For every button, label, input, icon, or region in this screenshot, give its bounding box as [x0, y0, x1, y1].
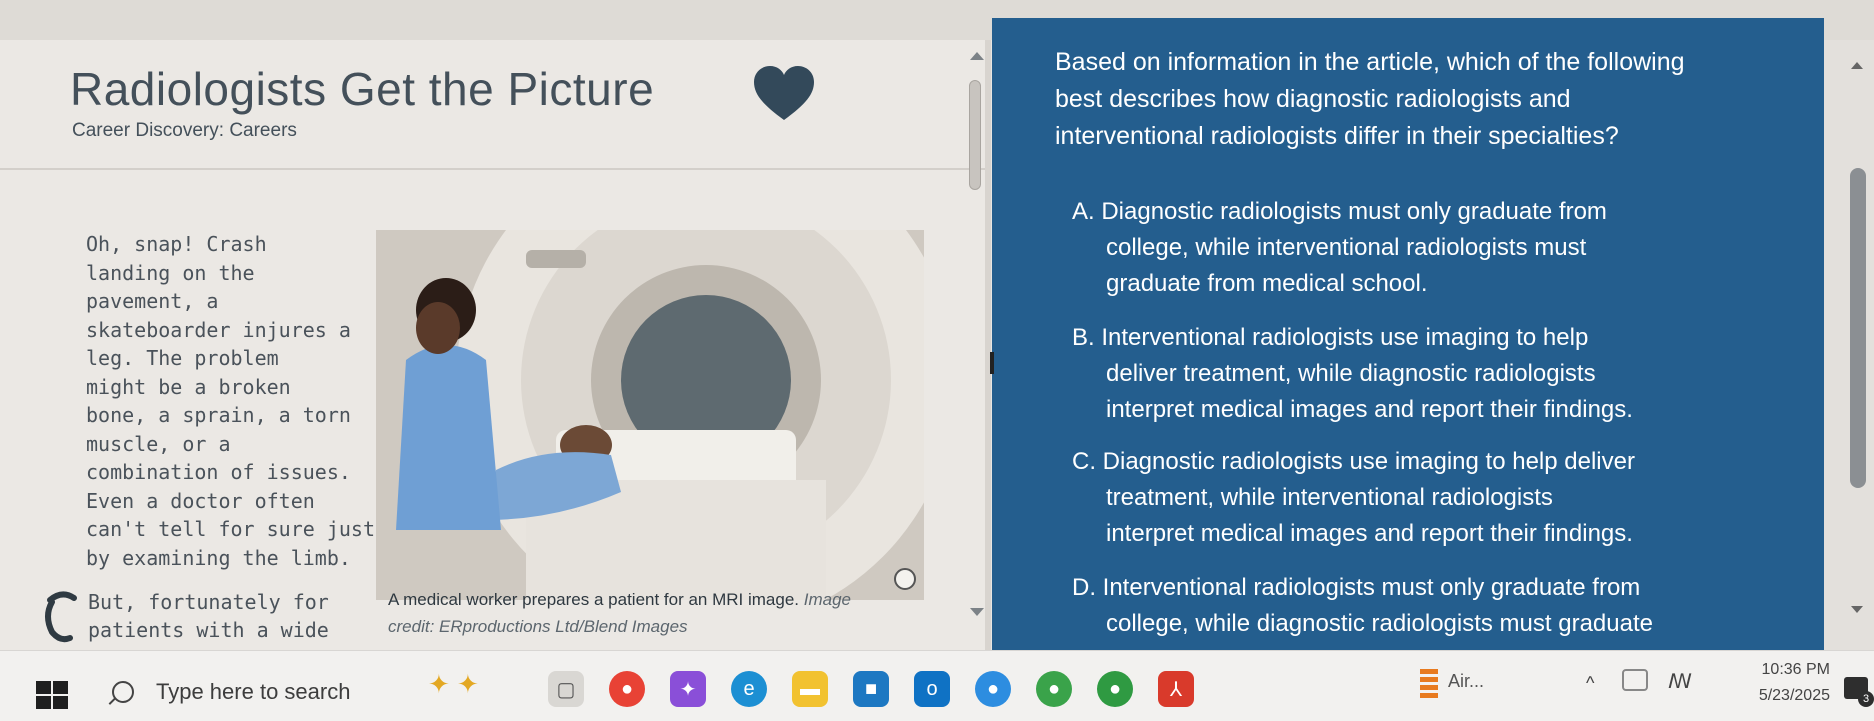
outlook-icon[interactable]: o	[914, 671, 950, 707]
answer-option-c[interactable]: C. Diagnostic radiologists use imaging t…	[1072, 444, 1812, 552]
weather-icon[interactable]	[1420, 669, 1438, 699]
windows-start-icon[interactable]	[36, 681, 70, 711]
option-line: B. Interventional radiologists use imagi…	[1072, 324, 1589, 351]
option-line: interpret medical images and report thei…	[1106, 396, 1633, 423]
option-line: college, while diagnostic radiologists m…	[1106, 610, 1653, 637]
page-scroll-down-icon[interactable]	[1851, 606, 1863, 613]
search-placeholder: Type here to search	[156, 679, 351, 704]
weather-text[interactable]: Air...	[1448, 671, 1484, 692]
screen: Radiologists Get the Picture Career Disc…	[0, 0, 1874, 721]
article-line: skateboarder injures a	[86, 317, 351, 342]
prompt-line: interventional radiologists differ in th…	[1055, 122, 1619, 150]
pane-divider[interactable]	[985, 40, 991, 650]
task-view-icon[interactable]: ▢	[548, 671, 584, 707]
system-tray: Air... ^ ꟿ 10:36 PM 5/23/2025 3	[1400, 661, 1874, 717]
option-line: treatment, while interventional radiolog…	[1106, 484, 1553, 511]
page-scroll-up-icon[interactable]	[1851, 62, 1863, 69]
article-line: muscle, or a	[86, 431, 231, 456]
article-line: bone, a sprain, a torn	[86, 403, 351, 427]
taskbar-apps: ▢ ● ✦ e ▬ ■ o ● ● ● ⅄	[548, 671, 1194, 707]
answer-option-d[interactable]: D. Interventional radiologists must only…	[1072, 570, 1812, 642]
scroll-thumb[interactable]	[969, 80, 981, 190]
copilot-icon[interactable]: ✦	[670, 671, 706, 707]
option-line: interpret medical images and report thei…	[1106, 520, 1633, 547]
option-line: C. Diagnostic radiologists use imaging t…	[1072, 448, 1635, 475]
article-line: Even a doctor often	[86, 488, 315, 513]
article-line: combination of issues.	[86, 460, 351, 484]
article-title: Radiologists Get the Picture	[70, 63, 655, 115]
clock[interactable]: 10:36 PM 5/23/2025	[1700, 657, 1830, 709]
caption-text: A medical worker prepares a patient for …	[388, 590, 800, 609]
chrome-icon[interactable]: ●	[609, 671, 645, 707]
article-line: patients with a wide	[88, 618, 329, 642]
prompt-line: best describes how diagnostic radiologis…	[1055, 85, 1571, 113]
file-explorer-icon[interactable]: ▬	[792, 671, 828, 707]
taskbar: Type here to search ✦ ✦ ▢ ● ✦ e ▬ ■ o ● …	[0, 650, 1874, 721]
article-continued: But, fortunately for patients with a wid…	[88, 588, 329, 644]
caption-credit: credit: ERproductions Ltd/Blend Images	[388, 617, 688, 636]
screen-icon[interactable]	[1622, 669, 1648, 691]
option-line: D. Interventional radiologists must only…	[1072, 574, 1641, 601]
article-line: landing on the	[86, 260, 255, 285]
article-line: Oh, snap! Crash	[86, 232, 267, 256]
question-prompt: Based on information in the article, whi…	[1055, 44, 1815, 155]
answer-option-a[interactable]: A. Diagnostic radiologists must only gra…	[1072, 194, 1812, 302]
option-line: college, while interventional radiologis…	[1106, 234, 1587, 261]
favorite-heart-icon[interactable]	[752, 64, 816, 124]
search-highlight-icon: ✦ ✦	[428, 669, 479, 699]
clock-time: 10:36 PM	[1761, 661, 1830, 678]
pen-icon[interactable]: ꟿ	[1668, 669, 1692, 694]
caption-credit-start: Image	[803, 590, 852, 609]
prompt-line: Based on information in the article, whi…	[1055, 48, 1685, 76]
answer-option-b[interactable]: B. Interventional radiologists use imagi…	[1072, 320, 1812, 428]
store-icon[interactable]: ■	[853, 671, 889, 707]
page-scroll-thumb[interactable]	[1850, 168, 1866, 488]
tray-chevron-up-icon[interactable]: ^	[1586, 673, 1594, 694]
chrome-profile-icon[interactable]: ●	[1036, 671, 1072, 707]
question-hook-icon	[45, 591, 77, 643]
article-header: Radiologists Get the Picture Career Disc…	[0, 40, 985, 170]
article-body: Oh, snap! Crash landing on the pavement,…	[86, 230, 375, 572]
article-line: pavement, a	[86, 289, 219, 313]
scroll-down-icon[interactable]	[970, 608, 984, 616]
option-line: deliver treatment, while diagnostic radi…	[1106, 360, 1596, 387]
article-line: leg. The problem	[86, 346, 279, 370]
option-line: A. Diagnostic radiologists must only gra…	[1072, 198, 1607, 225]
article-line: by examining the limb.	[86, 545, 351, 570]
resize-cursor-icon	[990, 352, 994, 374]
scroll-up-icon[interactable]	[970, 52, 984, 60]
article-line: might be a broken	[86, 374, 291, 399]
chrome-profile-2-icon[interactable]: ●	[1097, 671, 1133, 707]
app-icon-blue[interactable]: ●	[975, 671, 1011, 707]
mri-photo[interactable]	[376, 230, 924, 600]
article-pane: Radiologists Get the Picture Career Disc…	[0, 40, 985, 650]
photo-caption: A medical worker prepares a patient for …	[388, 586, 948, 640]
mri-photo-illustration	[376, 230, 924, 600]
article-subtitle: Career Discovery: Careers	[72, 120, 297, 141]
question-pane: Based on information in the article, whi…	[992, 18, 1824, 650]
search-icon	[112, 681, 134, 703]
article-line: can't tell for sure just	[86, 517, 375, 541]
clock-date: 5/23/2025	[1758, 687, 1830, 704]
option-line: graduate from medical school.	[1106, 270, 1428, 297]
page-scrollbar[interactable]	[1824, 40, 1874, 650]
article-line: But, fortunately for	[88, 590, 329, 614]
edge-icon[interactable]: e	[731, 671, 767, 707]
notification-badge: 3	[1858, 691, 1874, 707]
app-icon-red[interactable]: ⅄	[1158, 671, 1194, 707]
